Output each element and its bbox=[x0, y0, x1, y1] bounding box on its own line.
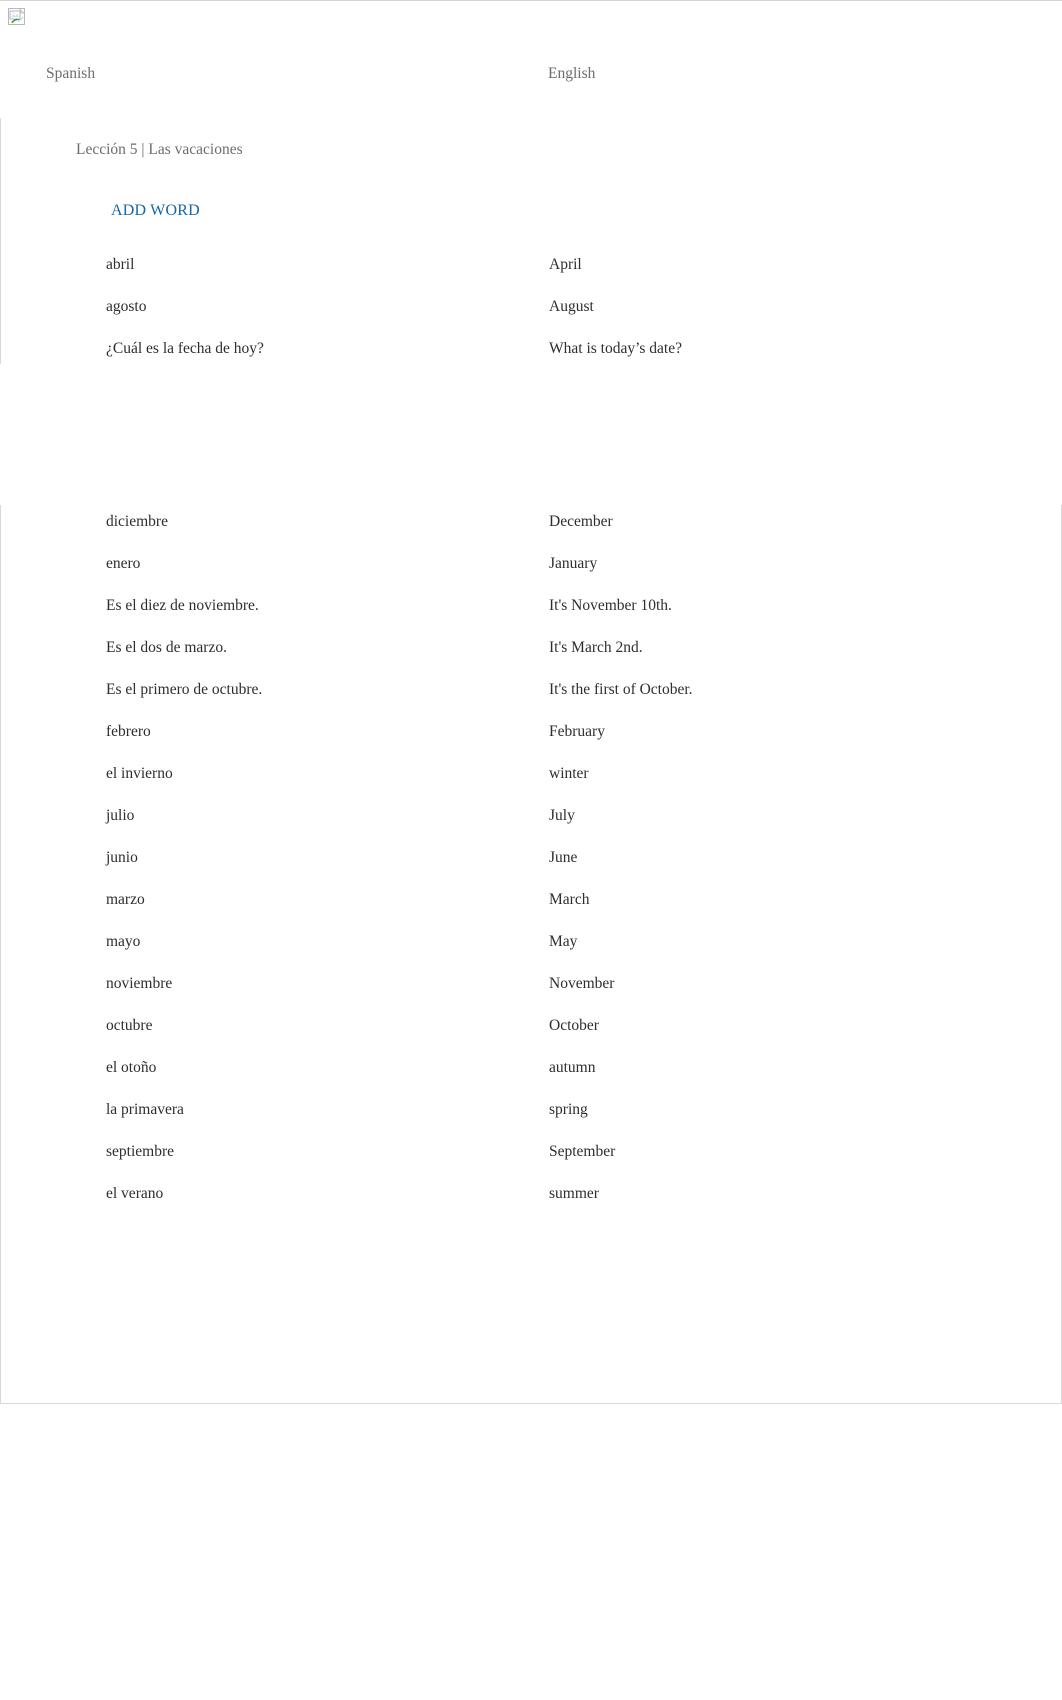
meaning-text: September bbox=[549, 1143, 616, 1160]
bottom-entry-list: diciembre December enero January Es el diez … bbox=[1, 501, 1061, 1215]
lesson-title: Lección 5 | Las vacaciones bbox=[76, 141, 243, 158]
meaning-text: July bbox=[549, 807, 575, 824]
word-row[interactable]: junio June bbox=[1, 837, 1062, 879]
word-row[interactable]: septiembre September bbox=[1, 1131, 1062, 1173]
meaning-text: What is today’s date? bbox=[549, 340, 682, 357]
word-row[interactable]: Es el primero de octubre. It's the first … bbox=[1, 669, 1062, 711]
meaning-text: It's the first of October. bbox=[549, 681, 693, 698]
word-row[interactable]: agosto August bbox=[1, 286, 1062, 328]
term-text: la primavera bbox=[106, 1101, 184, 1118]
word-row[interactable]: Es el dos de marzo. It's March 2nd. bbox=[1, 627, 1062, 669]
meaning-text: April bbox=[549, 256, 582, 273]
word-row[interactable]: julio July bbox=[1, 795, 1062, 837]
term-text: Es el primero de octubre. bbox=[106, 681, 263, 698]
column-header-english: English bbox=[548, 65, 596, 82]
broken-image-icon bbox=[8, 8, 25, 25]
term-text: septiembre bbox=[106, 1143, 175, 1160]
meaning-text: August bbox=[549, 298, 594, 315]
meaning-text: summer bbox=[549, 1185, 599, 1202]
meaning-text: autumn bbox=[549, 1059, 596, 1076]
meaning-text: It's November 10th. bbox=[549, 597, 672, 614]
term-text: el invierno bbox=[106, 765, 173, 782]
lesson-panel-top: Lección 5 | Las vacaciones ADD WORD abri… bbox=[0, 118, 1062, 364]
term-text: el otoño bbox=[106, 1059, 157, 1076]
meaning-text: January bbox=[549, 555, 598, 572]
term-text: el verano bbox=[106, 1185, 164, 1202]
term-text: enero bbox=[106, 555, 141, 572]
term-text: noviembre bbox=[106, 975, 173, 992]
meaning-text: winter bbox=[549, 765, 589, 782]
word-row[interactable]: diciembre December bbox=[1, 501, 1062, 543]
meaning-text: February bbox=[549, 723, 605, 740]
meaning-text: December bbox=[549, 513, 613, 530]
word-row[interactable]: el verano summer bbox=[1, 1173, 1062, 1215]
term-text: abril bbox=[106, 256, 135, 273]
word-row[interactable]: mayo May bbox=[1, 921, 1062, 963]
word-row[interactable]: marzo March bbox=[1, 879, 1062, 921]
lesson-panel-bottom: diciembre December enero January Es el diez … bbox=[0, 505, 1062, 1404]
word-row[interactable]: octubre October bbox=[1, 1005, 1062, 1047]
meaning-text: It's March 2nd. bbox=[549, 639, 643, 656]
word-row[interactable]: Es el diez de noviembre. It's November 10… bbox=[1, 585, 1062, 627]
meaning-text: October bbox=[549, 1017, 599, 1034]
add-word-button[interactable]: ADD WORD bbox=[111, 201, 200, 221]
term-text: octubre bbox=[106, 1017, 153, 1034]
meaning-text: June bbox=[549, 849, 578, 866]
word-row[interactable]: el otoño autumn bbox=[1, 1047, 1062, 1089]
column-headers: Spanish English bbox=[0, 62, 1062, 86]
term-text: febrero bbox=[106, 723, 151, 740]
word-row[interactable]: ¿Cuál es la fecha de hoy? What is today’s… bbox=[1, 328, 1062, 370]
term-text: mayo bbox=[106, 933, 141, 950]
meaning-text: November bbox=[549, 975, 615, 992]
term-text: agosto bbox=[106, 298, 147, 315]
term-text: Es el dos de marzo. bbox=[106, 639, 227, 656]
term-text: marzo bbox=[106, 891, 145, 908]
word-row[interactable]: febrero February bbox=[1, 711, 1062, 753]
meaning-text: spring bbox=[549, 1101, 588, 1118]
meaning-text: May bbox=[549, 933, 578, 950]
term-text: diciembre bbox=[106, 513, 168, 530]
word-row[interactable]: enero January bbox=[1, 543, 1062, 585]
top-divider bbox=[0, 0, 1062, 1]
word-row[interactable]: la primavera spring bbox=[1, 1089, 1062, 1131]
term-text: ¿Cuál es la fecha de hoy? bbox=[106, 340, 264, 357]
top-entry-list: abril April agosto August ¿Cuál es la fecha … bbox=[1, 244, 1062, 370]
word-row[interactable]: el invierno winter bbox=[1, 753, 1062, 795]
column-header-spanish: Spanish bbox=[46, 65, 96, 82]
meaning-text: March bbox=[549, 891, 590, 908]
word-row[interactable]: noviembre November bbox=[1, 963, 1062, 1005]
term-text: junio bbox=[106, 849, 138, 866]
term-text: Es el diez de noviembre. bbox=[106, 597, 259, 614]
term-text: julio bbox=[106, 807, 135, 824]
word-row[interactable]: abril April bbox=[1, 244, 1062, 286]
